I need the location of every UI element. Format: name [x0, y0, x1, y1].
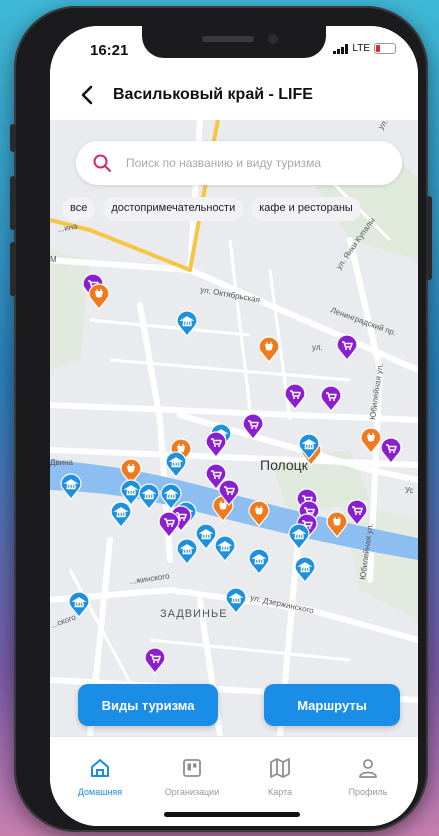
phone-frame: 16:21 LTE Васильковый край - LIFE ул. Ок…	[10, 6, 432, 832]
cafe-marker[interactable]	[248, 500, 270, 527]
page-title: Васильковый край - LIFE	[113, 86, 313, 103]
power-button	[426, 196, 432, 280]
shop-marker[interactable]	[320, 385, 342, 412]
sight-marker[interactable]	[176, 310, 198, 337]
shop-marker[interactable]	[144, 647, 166, 674]
cafe-marker[interactable]	[258, 336, 280, 363]
organizations-icon	[183, 759, 201, 777]
search-icon	[93, 154, 111, 172]
tab-profile-label: Профиль	[348, 787, 388, 797]
shop-marker[interactable]	[205, 431, 227, 458]
shop-marker[interactable]	[284, 383, 306, 410]
map-label-district: ЗАДВИНЬЕ	[160, 608, 228, 620]
sight-marker[interactable]	[214, 535, 236, 562]
sight-marker[interactable]	[294, 556, 316, 583]
tab-organizations[interactable]: Организации	[152, 757, 232, 797]
shop-marker[interactable]	[242, 413, 264, 440]
tab-home[interactable]: Домашняя	[60, 757, 140, 797]
sight-marker[interactable]	[298, 433, 320, 460]
cafe-marker[interactable]	[360, 427, 382, 454]
sight-marker[interactable]	[248, 548, 270, 575]
signal-icon	[333, 43, 349, 54]
shop-marker[interactable]	[218, 479, 240, 506]
status-time: 16:21	[90, 42, 129, 59]
map-label-river: Двина	[50, 458, 74, 467]
filter-chip-cafes[interactable]: кафе и рестораны	[251, 197, 361, 221]
shop-marker[interactable]	[158, 511, 180, 538]
sight-marker[interactable]	[138, 483, 160, 510]
sight-marker[interactable]	[288, 523, 310, 550]
sight-marker[interactable]	[110, 501, 132, 528]
cafe-marker[interactable]	[88, 283, 110, 310]
mute-switch	[10, 124, 16, 152]
shop-marker[interactable]	[346, 499, 368, 526]
camera-notch	[142, 26, 326, 58]
tab-map-label: Карта	[267, 787, 293, 797]
volume-down-button	[10, 242, 16, 296]
filter-chip-all[interactable]: все	[62, 197, 96, 221]
filter-chips: все достопримечательности кафе и рестора…	[62, 197, 361, 221]
tourism-types-button[interactable]: Виды туризма	[78, 684, 218, 726]
shop-marker[interactable]	[336, 334, 358, 361]
app-screen: 16:21 LTE Васильковый край - LIFE ул. Ок…	[50, 26, 418, 826]
app-header: Васильковый край - LIFE	[50, 70, 418, 120]
back-arrow-icon[interactable]	[78, 84, 98, 106]
sight-marker[interactable]	[225, 587, 247, 614]
network-type: LTE	[352, 43, 370, 54]
map-label-partial-m: М	[50, 255, 57, 264]
sight-marker[interactable]	[68, 591, 90, 618]
tab-profile[interactable]: Профиль	[328, 757, 408, 797]
home-icon	[91, 759, 109, 777]
sight-marker[interactable]	[60, 473, 82, 500]
sight-marker[interactable]	[165, 451, 187, 478]
battery-icon	[374, 43, 396, 54]
map-label-partial-ul: ул.	[312, 343, 323, 352]
shop-marker[interactable]	[380, 437, 402, 464]
routes-button[interactable]: Маршруты	[264, 684, 400, 726]
tab-map[interactable]: Карта	[240, 757, 320, 797]
map-icon	[270, 758, 290, 778]
tab-organizations-label: Организации	[164, 787, 220, 797]
profile-icon	[359, 759, 377, 778]
filter-chip-sights[interactable]: достопримечательности	[103, 197, 244, 221]
volume-up-button	[10, 176, 16, 230]
home-indicator	[164, 812, 300, 817]
search-input[interactable]	[124, 151, 388, 175]
cafe-marker[interactable]	[326, 511, 348, 538]
search-bar[interactable]	[76, 141, 402, 185]
sight-marker[interactable]	[195, 523, 217, 550]
tab-home-label: Домашняя	[77, 787, 123, 797]
map-label-partial-us: Ус	[405, 486, 414, 495]
